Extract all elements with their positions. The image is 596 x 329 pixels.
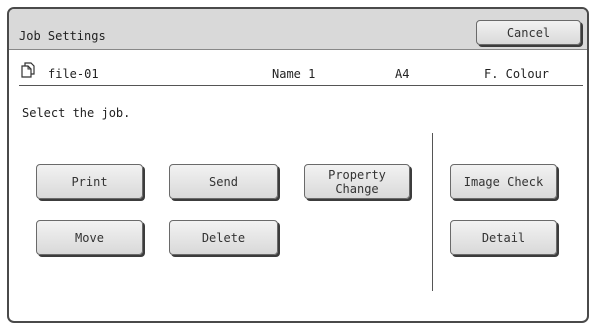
color-mode: F. Colour: [484, 67, 550, 81]
job-settings-dialog: Job Settings Cancel file-01 Name 1 A4 F.…: [7, 7, 589, 323]
title-bar: Job Settings Cancel: [9, 9, 587, 50]
detail-button[interactable]: Detail: [450, 220, 557, 255]
dialog-title: Job Settings: [19, 29, 106, 43]
select-job-prompt: Select the job.: [22, 106, 131, 120]
paper-size: A4: [395, 67, 410, 81]
image-check-button[interactable]: Image Check: [450, 164, 557, 199]
delete-button[interactable]: Delete: [169, 220, 278, 255]
cancel-button[interactable]: Cancel: [476, 20, 581, 45]
vertical-divider: [432, 133, 433, 291]
property-change-button[interactable]: Property Change: [304, 164, 410, 199]
property-change-label: Property Change: [328, 167, 386, 196]
file-info-row: file-01 Name 1 A4 F. Colour: [9, 51, 587, 87]
file-name: file-01: [48, 67, 99, 81]
header-divider: [19, 85, 583, 86]
send-button[interactable]: Send: [169, 164, 278, 199]
user-name: Name 1: [272, 67, 316, 81]
move-button[interactable]: Move: [36, 220, 143, 255]
print-button[interactable]: Print: [36, 164, 143, 199]
file-copy-icon: [21, 62, 35, 78]
